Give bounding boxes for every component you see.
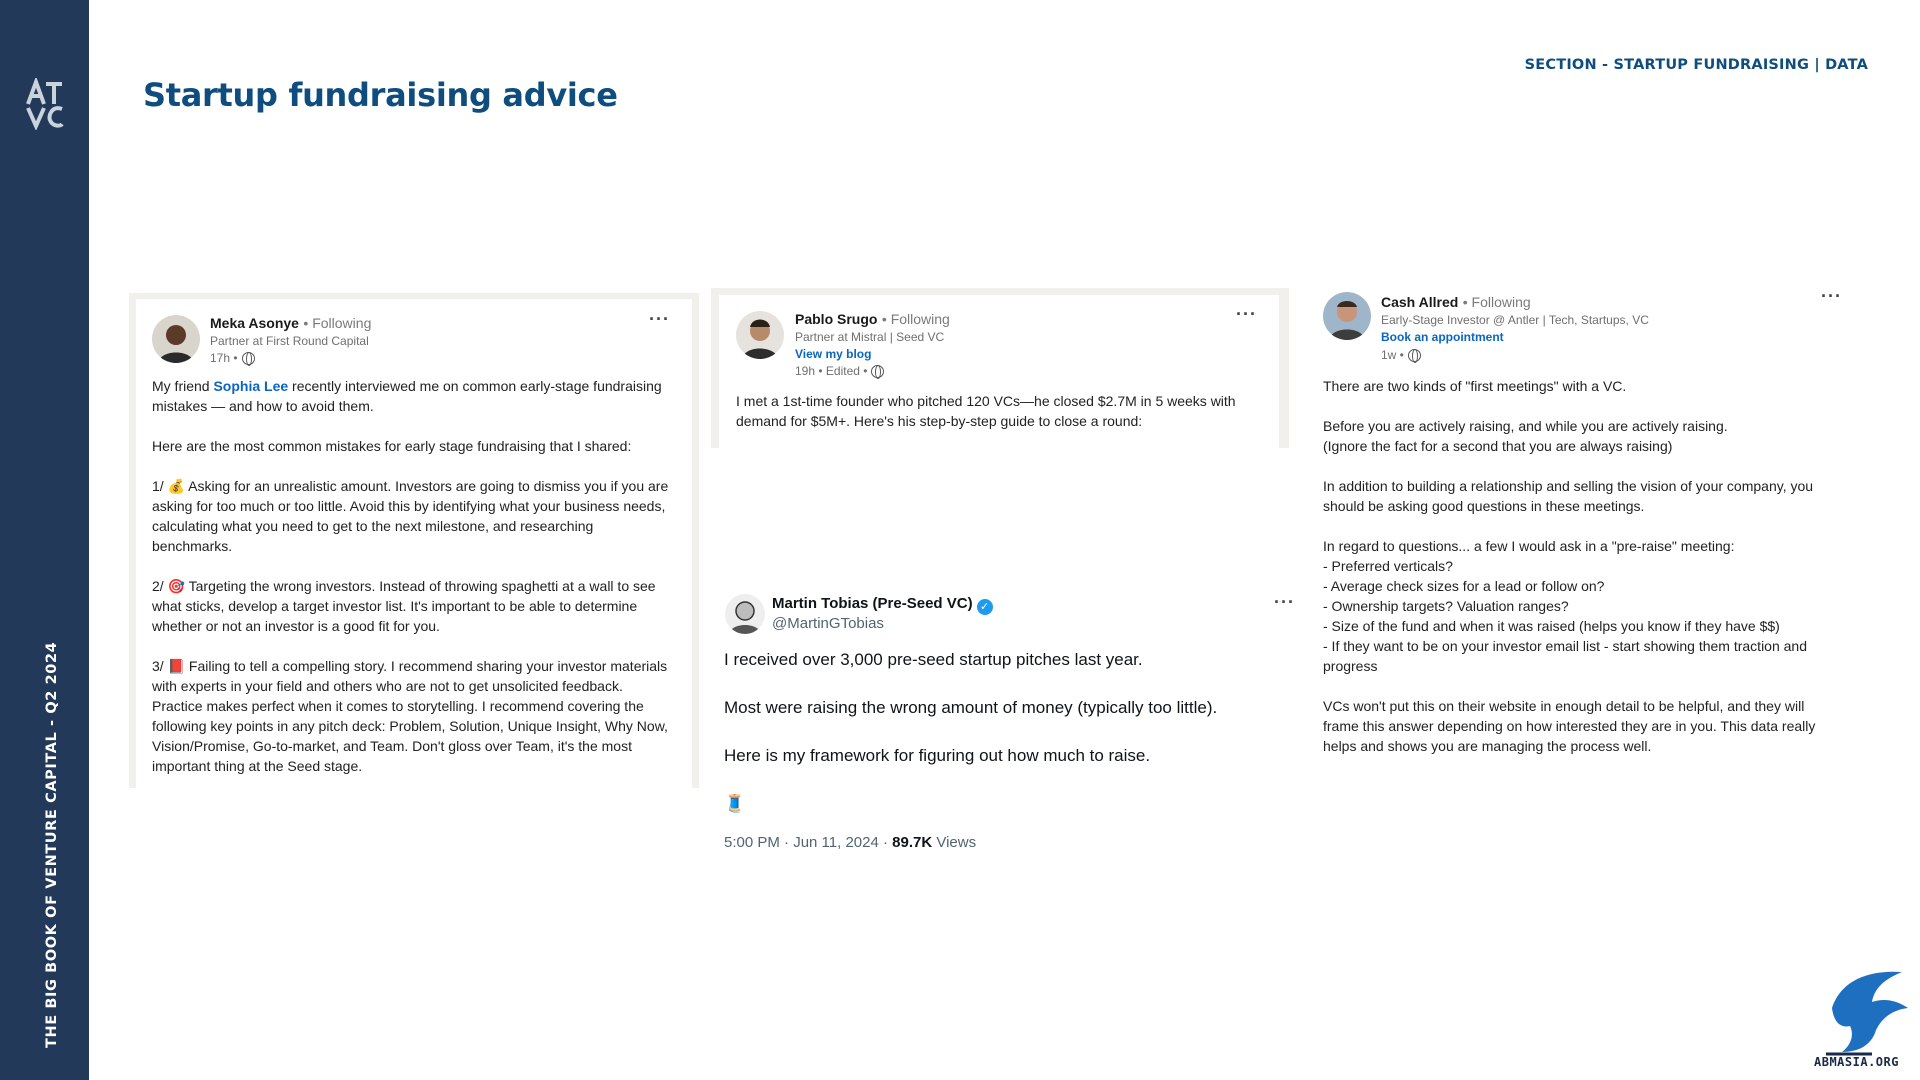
tweet-meta: 5:00 PM · Jun 11, 2024 · 89.7K Views bbox=[724, 834, 976, 851]
blog-link[interactable]: View my blog bbox=[795, 346, 871, 363]
linkedin-post-pablo: Pablo Srugo • Following Partner at Mistr… bbox=[719, 295, 1279, 448]
paragraph: 3/ 📕 Failing to tell a compelling story.… bbox=[152, 658, 668, 774]
mention-link[interactable]: Sophia Lee bbox=[213, 378, 288, 394]
paragraph: (Ignore the fact for a second that you a… bbox=[1323, 438, 1673, 454]
author-name[interactable]: Cash Allred bbox=[1381, 294, 1458, 310]
avatar[interactable] bbox=[1323, 292, 1371, 340]
post-time: 19h • Edited • bbox=[795, 364, 868, 378]
paragraph: In addition to building a relationship a… bbox=[1323, 478, 1814, 514]
paragraph: 1/ 💰 Asking for an unrealistic amount. I… bbox=[152, 478, 669, 554]
paragraph: VCs won't put this on their website in e… bbox=[1323, 698, 1816, 754]
tweet-line: I received over 3,000 pre-seed startup p… bbox=[724, 650, 1143, 669]
verified-badge-icon: ✓ bbox=[976, 599, 993, 615]
thread-icon: 🧵 bbox=[724, 794, 746, 813]
sidebar-vertical-title: THE BIG BOOK OF VENTURE CAPITAL - Q2 202… bbox=[44, 641, 60, 1048]
post-body: There are two kinds of "first meetings" … bbox=[1323, 376, 1843, 756]
more-options-icon[interactable]: ··· bbox=[649, 309, 670, 330]
author-role: Early-Stage Investor @ Antler | Tech, St… bbox=[1381, 313, 1649, 327]
author-name[interactable]: Martin Tobias (Pre-Seed VC) bbox=[772, 595, 973, 612]
tweet-line: Most were raising the wrong amount of mo… bbox=[724, 698, 1218, 717]
author-handle[interactable]: @MartinGTobias bbox=[772, 615, 884, 632]
bullet: - Average check sizes for a lead or foll… bbox=[1323, 578, 1605, 594]
post-body: My friend Sophia Lee recently interviewe… bbox=[152, 376, 672, 776]
section-label: SECTION - STARTUP FUNDRAISING | DATA bbox=[1524, 57, 1868, 73]
globe-icon bbox=[871, 365, 885, 379]
tweet-line: Here is my framework for figuring out ho… bbox=[724, 746, 1151, 765]
post-body: I met a 1st-time founder who pitched 120… bbox=[736, 393, 1236, 429]
view-count: 89.7K bbox=[892, 834, 933, 851]
author-role: Partner at Mistral | Seed VC bbox=[795, 330, 945, 344]
paragraph: In regard to questions... a few I would … bbox=[1323, 538, 1735, 554]
tweet-time[interactable]: 5:00 PM · Jun 11, 2024 · bbox=[724, 834, 892, 851]
sidebar: THE BIG BOOK OF VENTURE CAPITAL - Q2 202… bbox=[0, 0, 89, 1080]
avatar[interactable] bbox=[725, 594, 765, 634]
appointment-link[interactable]: Book an appointment bbox=[1381, 329, 1504, 346]
bullet: - Preferred verticals? bbox=[1323, 558, 1453, 574]
page-title: Startup fundraising advice bbox=[143, 76, 618, 114]
bullet: - Size of the fund and when it was raise… bbox=[1323, 618, 1780, 634]
tweet-martin: Martin Tobias (Pre-Seed VC) ✓ @MartinGTob… bbox=[724, 592, 1294, 862]
atvc-logo-icon bbox=[26, 78, 64, 130]
watermark-text: ABMASIA.ORG bbox=[1814, 1055, 1899, 1069]
following-label[interactable]: • Following bbox=[882, 311, 950, 327]
tweet-body: I received over 3,000 pre-seed startup p… bbox=[724, 648, 1294, 816]
more-options-icon[interactable]: ··· bbox=[1274, 592, 1295, 613]
author-name[interactable]: Meka Asonye bbox=[210, 315, 299, 331]
bullet: - Ownership targets? Valuation ranges? bbox=[1323, 598, 1569, 614]
paragraph: Here are the most common mistakes for ea… bbox=[152, 438, 632, 454]
avatar[interactable] bbox=[152, 315, 200, 363]
following-label[interactable]: • Following bbox=[303, 315, 371, 331]
following-label[interactable]: • Following bbox=[1463, 294, 1531, 310]
paragraph: 2/ 🎯 Targeting the wrong investors. Inst… bbox=[152, 578, 656, 634]
author-name[interactable]: Pablo Srugo bbox=[795, 311, 877, 327]
author-role: Partner at First Round Capital bbox=[210, 334, 369, 348]
linkedin-post-cash: Cash Allred • Following Early-Stage Inve… bbox=[1322, 286, 1843, 761]
post-time: 1w • bbox=[1381, 348, 1404, 362]
paragraph: Before you are actively raising, and whi… bbox=[1323, 418, 1728, 434]
globe-icon bbox=[1407, 349, 1421, 363]
paragraph: There are two kinds of "first meetings" … bbox=[1323, 378, 1627, 394]
bullet: - If they want to be on your investor em… bbox=[1323, 638, 1807, 674]
more-options-icon[interactable]: ··· bbox=[1236, 304, 1257, 325]
linkedin-post-meka: Meka Asonye • Following Partner at First… bbox=[136, 299, 692, 788]
avatar[interactable] bbox=[736, 311, 784, 359]
post-time: 17h • bbox=[210, 351, 238, 365]
more-options-icon[interactable]: ··· bbox=[1821, 286, 1842, 307]
views-label: Views bbox=[932, 834, 977, 851]
globe-icon bbox=[241, 352, 255, 366]
